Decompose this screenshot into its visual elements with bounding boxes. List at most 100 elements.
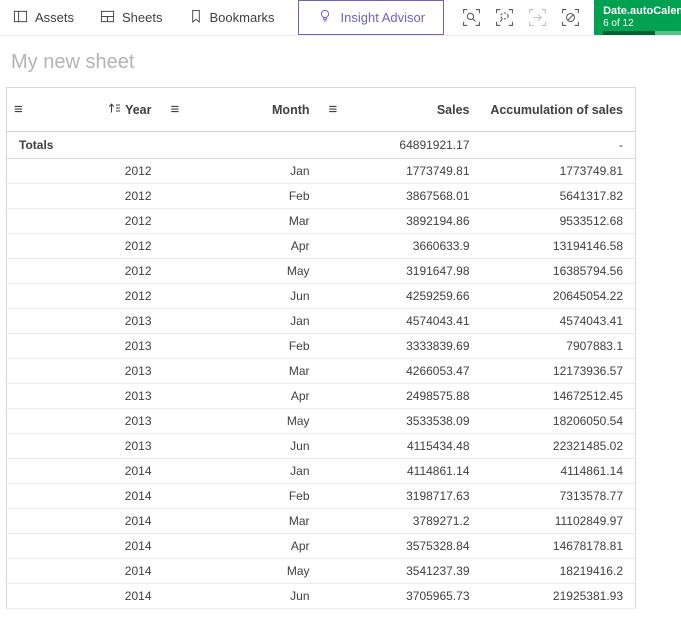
cell-month[interactable]: Jan	[163, 458, 322, 484]
selection-field-name: Date.autoCalendar....	[603, 5, 681, 17]
table-row: 2014 May 3541237.39 18219416.2	[6, 558, 636, 584]
cell-sales: 3867568.01	[321, 183, 482, 209]
cell-month[interactable]: Mar	[163, 358, 322, 384]
cell-month[interactable]: Feb	[163, 483, 322, 509]
cell-sales: 4115434.48	[321, 433, 482, 459]
selection-progress-fill	[603, 31, 656, 35]
pivot-table: ≡ Year ≡ Month ≡ Sales Accumulation of s…	[6, 87, 636, 609]
zoom-selections-icon[interactable]	[462, 8, 481, 27]
column-label-month: Month	[272, 102, 310, 117]
table-row: 2012 May 3191647.98 16385794.56	[6, 258, 636, 284]
bookmark-icon	[189, 9, 203, 27]
cell-sales: 4266053.47	[321, 358, 482, 384]
top-toolbar: Assets Sheets Bookmarks Insight Advisor	[0, 0, 681, 36]
column-label-year: Year	[125, 102, 152, 117]
cell-accumulation: 5641317.82	[481, 183, 636, 209]
column-label-accumulation: Accumulation of sales	[490, 102, 623, 117]
cell-accumulation: 4114861.14	[481, 458, 636, 484]
cell-month[interactable]: Apr	[163, 383, 322, 409]
cell-accumulation: 18219416.2	[481, 558, 636, 584]
totals-sales: 64891921.17	[321, 131, 482, 159]
assets-label: Assets	[35, 10, 75, 25]
cell-month[interactable]: Feb	[163, 333, 322, 359]
cell-month[interactable]: Apr	[163, 533, 322, 559]
cell-sales: 3660633.9	[321, 233, 482, 259]
cell-month[interactable]: Apr	[163, 233, 322, 259]
column-header-year[interactable]: ≡ Year	[6, 87, 164, 132]
table-row: 2012 Apr 3660633.9 13194146.58	[6, 233, 636, 259]
cell-accumulation: 14672512.45	[481, 383, 636, 409]
totals-row: Totals 64891921.17 -	[6, 131, 636, 159]
cell-accumulation: 22321485.02	[481, 433, 636, 459]
cell-month[interactable]: Jun	[163, 583, 322, 609]
cell-accumulation: 16385794.56	[481, 258, 636, 284]
step-selections-icon[interactable]	[528, 8, 547, 27]
cell-year[interactable]: 2013	[6, 358, 164, 384]
table-row: 2013 Apr 2498575.88 14672512.45	[6, 383, 636, 409]
insight-advisor-label: Insight Advisor	[340, 10, 426, 25]
cell-year[interactable]: 2014	[6, 583, 164, 609]
cell-year[interactable]: 2014	[6, 533, 164, 559]
cell-month[interactable]: Jan	[163, 308, 322, 334]
cell-year[interactable]: 2013	[6, 383, 164, 409]
table-row: 2014 Jan 4114861.14 4114861.14	[6, 458, 636, 484]
cell-month[interactable]: Jan	[163, 158, 322, 184]
cell-month[interactable]: May	[163, 258, 322, 284]
cell-year[interactable]: 2012	[6, 258, 164, 284]
cell-accumulation: 7313578.77	[481, 483, 636, 509]
table-row: 2013 Feb 3333839.69 7907883.1	[6, 333, 636, 359]
cell-year[interactable]: 2014	[6, 558, 164, 584]
column-header-month[interactable]: ≡ Month	[163, 87, 322, 132]
table-body: 2012 Jan 1773749.81 1773749.81 2012 Feb 386756…	[6, 158, 636, 609]
cell-month[interactable]: Feb	[163, 183, 322, 209]
cell-sales: 3789271.2	[321, 508, 482, 534]
table-row: 2012 Mar 3892194.86 9533512.68	[6, 208, 636, 234]
totals-label: Totals	[6, 131, 164, 159]
table-row: 2012 Feb 3867568.01 5641317.82	[6, 183, 636, 209]
cell-sales: 3575328.84	[321, 533, 482, 559]
column-menu-icon[interactable]: ≡	[171, 102, 180, 117]
cell-accumulation: 20645054.22	[481, 283, 636, 309]
cell-year[interactable]: 2013	[6, 333, 164, 359]
cell-accumulation: 9533512.68	[481, 208, 636, 234]
cell-month[interactable]: May	[163, 558, 322, 584]
lightbulb-icon	[317, 8, 333, 27]
cell-sales: 3705965.73	[321, 583, 482, 609]
column-menu-icon[interactable]: ≡	[329, 102, 338, 117]
table-row: 2014 Feb 3198717.63 7313578.77	[6, 483, 636, 509]
cell-sales: 3191647.98	[321, 258, 482, 284]
cell-month[interactable]: Jun	[163, 433, 322, 459]
cell-year[interactable]: 2013	[6, 308, 164, 334]
cell-month[interactable]: Mar	[163, 508, 322, 534]
cell-year[interactable]: 2014	[6, 508, 164, 534]
insight-advisor-button[interactable]: Insight Advisor	[297, 0, 445, 35]
cell-year[interactable]: 2014	[6, 483, 164, 509]
assets-button[interactable]: Assets	[0, 0, 87, 35]
column-menu-icon[interactable]: ≡	[14, 102, 23, 117]
cell-year[interactable]: 2012	[6, 208, 164, 234]
cell-year[interactable]: 2012	[6, 233, 164, 259]
cell-month[interactable]: Mar	[163, 208, 322, 234]
cell-year[interactable]: 2012	[6, 183, 164, 209]
column-header-sales[interactable]: ≡ Sales	[321, 87, 482, 132]
cell-year[interactable]: 2012	[6, 283, 164, 309]
cell-year[interactable]: 2012	[6, 158, 164, 184]
selection-badge[interactable]: Date.autoCalendar.... 6 of 12 ✕	[594, 0, 681, 35]
cell-sales: 3533538.09	[321, 408, 482, 434]
cell-sales: 3333839.69	[321, 333, 482, 359]
cell-year[interactable]: 2013	[6, 433, 164, 459]
bookmarks-button[interactable]: Bookmarks	[176, 0, 288, 35]
cell-month[interactable]: Jun	[163, 283, 322, 309]
column-header-accumulation[interactable]: Accumulation of sales	[481, 87, 636, 132]
cell-year[interactable]: 2014	[6, 458, 164, 484]
table-row: 2014 Apr 3575328.84 14678178.81	[6, 533, 636, 559]
table-row: 2014 Mar 3789271.2 11102849.97	[6, 508, 636, 534]
lasso-selections-icon[interactable]	[495, 8, 514, 27]
sheets-button[interactable]: Sheets	[87, 0, 175, 35]
clear-selections-icon[interactable]	[561, 8, 580, 27]
cell-month[interactable]: May	[163, 408, 322, 434]
cell-year[interactable]: 2013	[6, 408, 164, 434]
table-row: 2014 Jun 3705965.73 21925381.93	[6, 583, 636, 609]
cell-accumulation: 14678178.81	[481, 533, 636, 559]
selection-count: 6 of 12	[603, 18, 634, 29]
